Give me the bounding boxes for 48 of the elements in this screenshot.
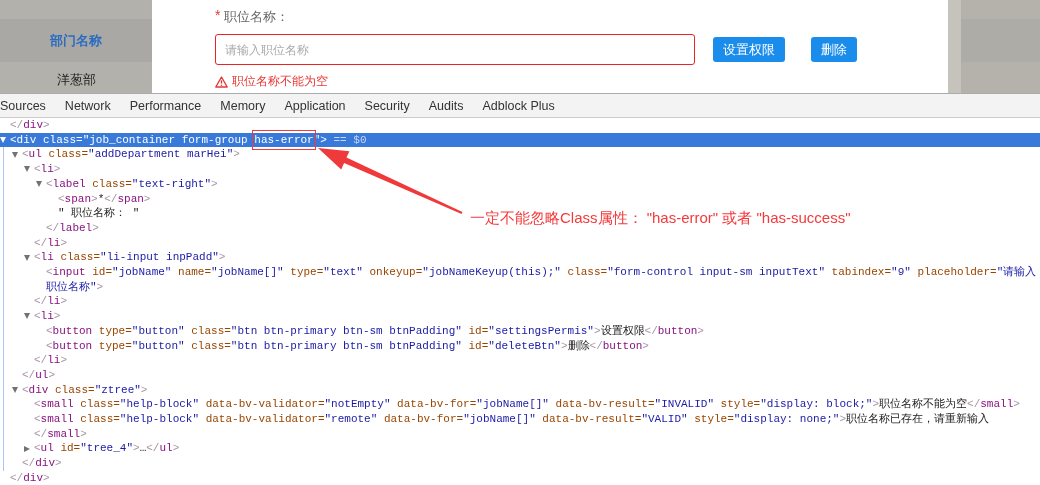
devtools-tab[interactable]: Security [355, 94, 420, 117]
devtools-tab[interactable]: Sources [0, 94, 56, 117]
code-line: <ul id="tree_4">…</ul> [34, 441, 180, 457]
code-line: <button type="button" class="btn btn-primary btn-sm btnPadding" id="settingsPermis">设置权限</button> [46, 323, 704, 339]
warning-icon [215, 75, 228, 88]
disclosure-triangle-icon[interactable] [12, 387, 18, 393]
devtools-tab[interactable]: Performance [120, 94, 211, 117]
code-line: <small class="help-block" data-bv-validator="remote" data-bv-for="jobName[]" data-bv-result="VALID" style="display: none;">职位名称已存在，请重新输入 [34, 412, 990, 427]
disclosure-triangle-icon[interactable] [12, 151, 18, 158]
permissions-button[interactable]: 设置权限 [713, 37, 785, 62]
code-line: <span>*</span> [58, 191, 151, 207]
required-mark: * [215, 8, 221, 22]
devtools-tab[interactable]: Memory [210, 94, 275, 117]
devtools-tab[interactable]: Audits [419, 94, 473, 117]
error-message: 职位名称不能为空 [232, 74, 328, 89]
code-line: </div> [22, 456, 62, 471]
column-header: 部门名称 [50, 31, 102, 50]
devtools-tab[interactable]: Network [55, 94, 121, 117]
code-line: <li> [34, 162, 61, 177]
code-line: " 职位名称： " [58, 206, 140, 221]
code-line: </ul> [22, 367, 55, 383]
delete-button[interactable]: 删除 [811, 37, 857, 62]
disclosure-triangle-icon[interactable] [24, 313, 30, 320]
code-line: <small class="help-block" data-bv-validator="notEmpty" data-bv-for="jobName[]" data-bv-result="INVALID" style="display: block;">职位名称不能为空</small> [34, 397, 1020, 413]
disclosure-triangle-icon[interactable] [24, 166, 30, 173]
code-line: <li class="li-input inpPadd"> [34, 250, 226, 266]
field-label: 职位名称： [224, 9, 290, 26]
code-line: <label class="text-right"> [46, 176, 218, 192]
disclosure-triangle-icon[interactable] [24, 445, 30, 452]
code-line: </li> [34, 353, 67, 368]
code-line: </div> [10, 470, 50, 485]
code-line: </li> [34, 235, 67, 251]
code-line: <li> [34, 309, 61, 324]
code-line: <ul class="addDepartment marHei"> [22, 147, 240, 163]
annotation-text: 一定不能忽略Class属性： "has-error" 或者 "has-success" [470, 208, 851, 228]
code-line: <button type="button" class="btn btn-primary btn-sm btnPadding" id="deleteBtn">删除</button> [46, 338, 649, 354]
code-line: </li> [34, 294, 67, 310]
code-line: <input id="jobName" name="jobName[]" type="text" onkeyup="jobNameKeyup(this);" class="form-control input-sm inputText" tabindex="9" placeholder="请输入职位名称"> [46, 265, 1038, 295]
disclosure-triangle-icon[interactable] [24, 254, 30, 261]
table-cell-text: 洋葱部 [56, 71, 96, 90]
code-line: <div class="ztree"> [22, 382, 148, 398]
code-line: </small> [34, 426, 87, 442]
devtools-tab[interactable]: Adblock Plus [473, 94, 565, 117]
disclosure-triangle-icon[interactable] [36, 181, 42, 188]
code-line: </label> [46, 220, 99, 236]
input-field[interactable]: 请输入职位名称 [215, 34, 695, 65]
devtools-tab[interactable]: Application [274, 94, 356, 117]
code-line: </div> [10, 118, 50, 133]
